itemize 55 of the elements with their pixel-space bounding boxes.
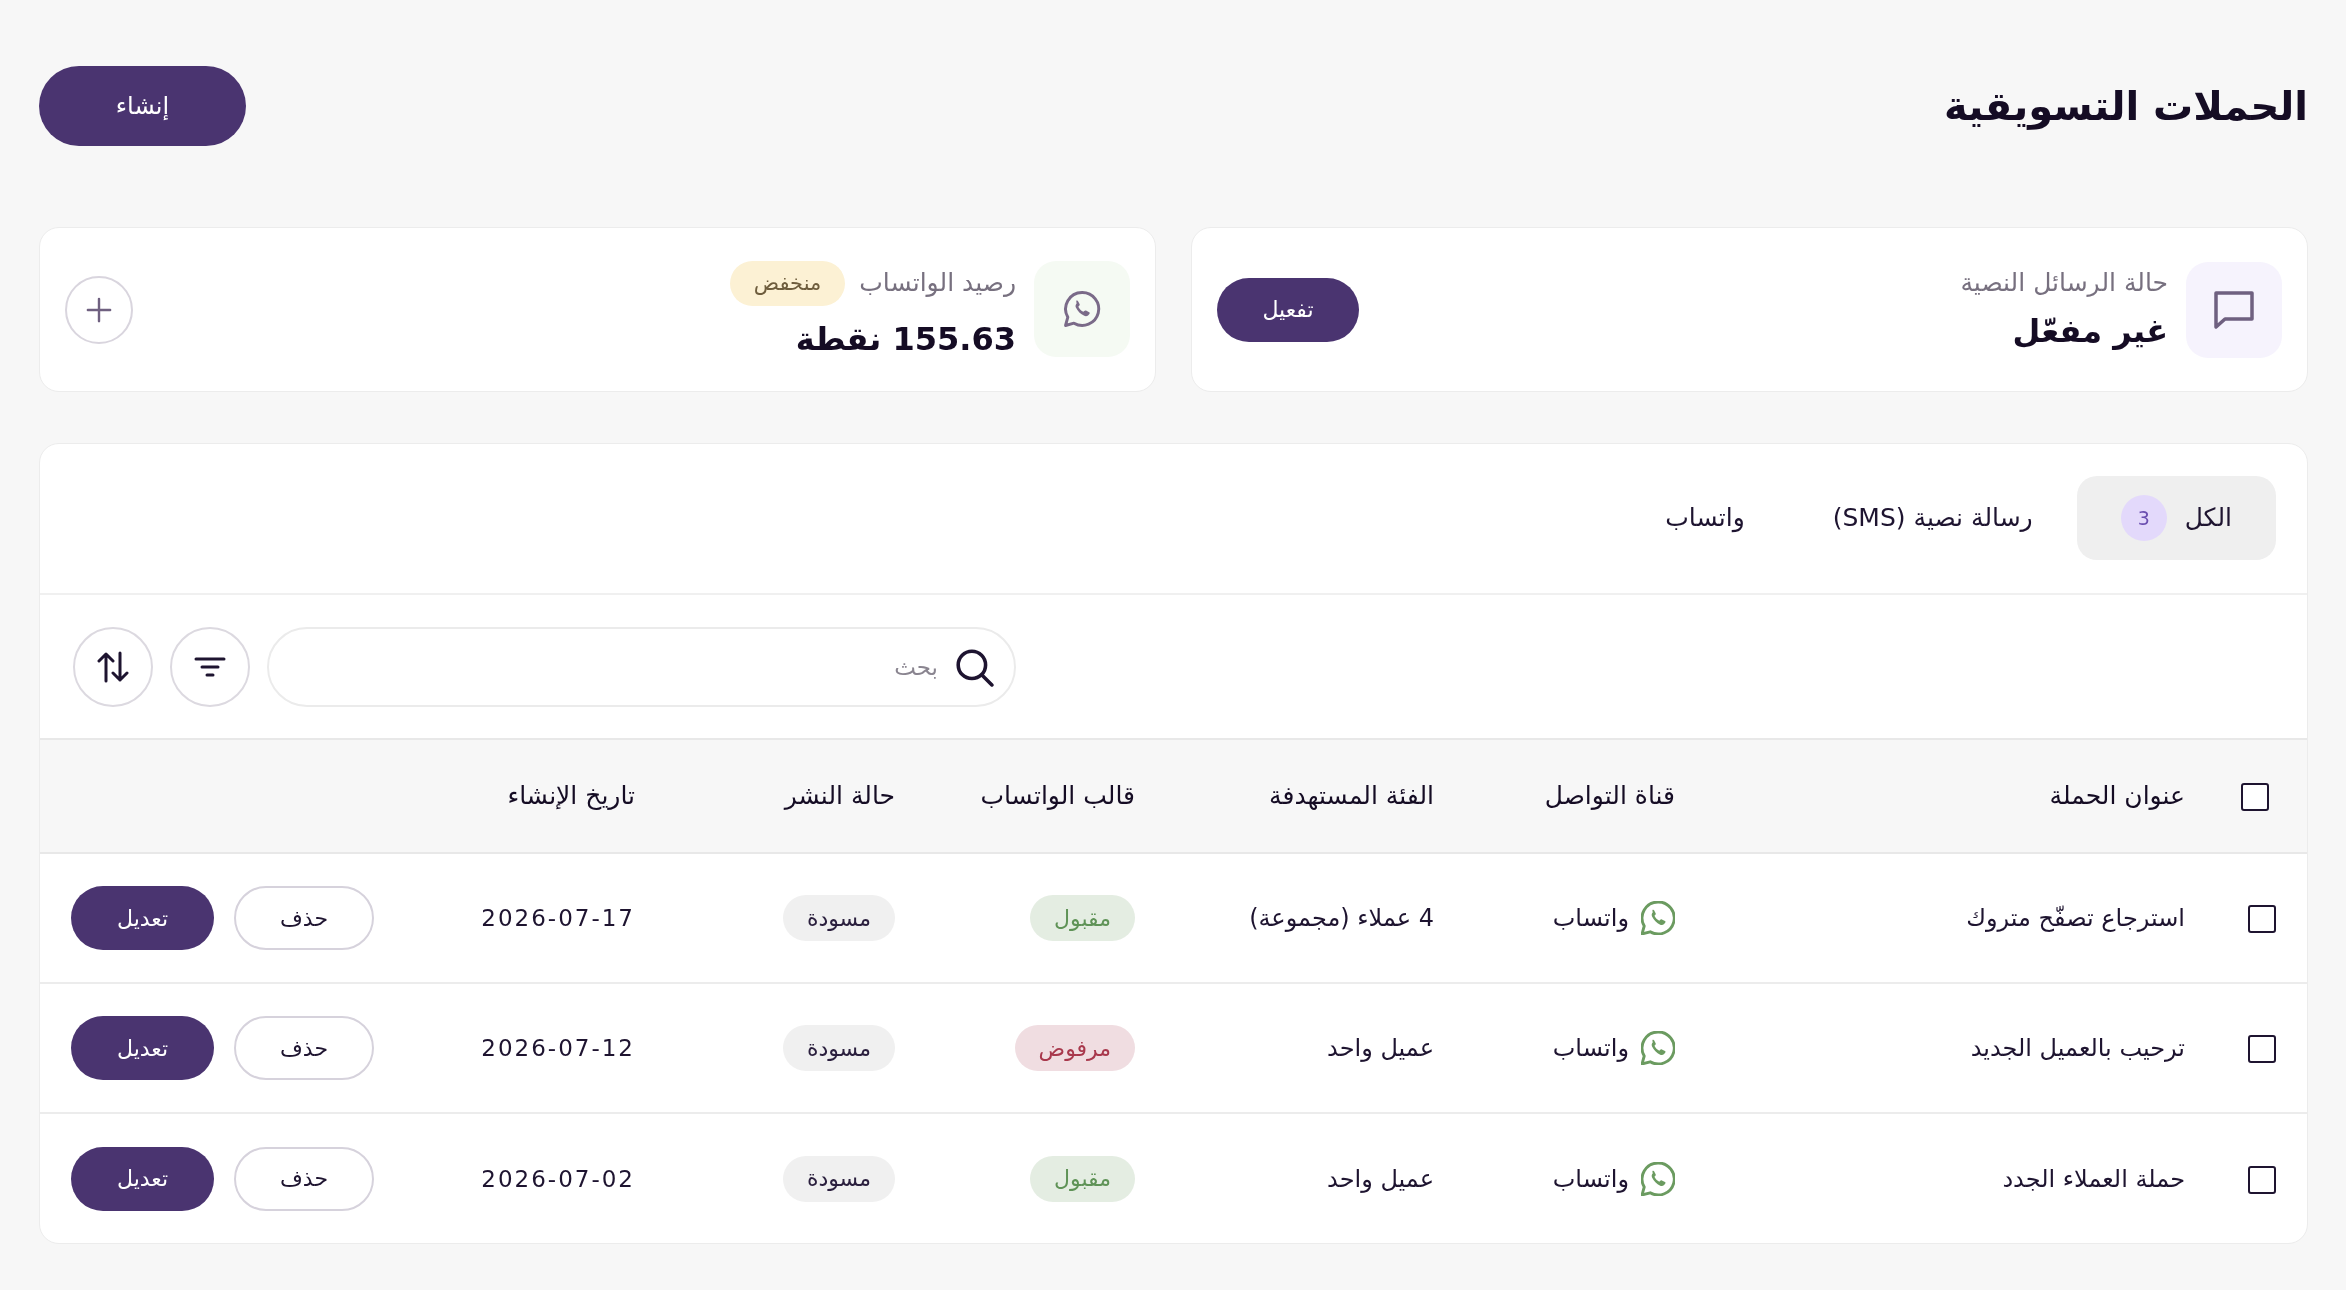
audience-text: عميل واحد <box>1327 1164 1434 1193</box>
publish-status-badge: مسودة <box>782 1155 895 1202</box>
checkbox[interactable] <box>2248 905 2276 933</box>
audience-text: عميل واحد <box>1327 1034 1434 1062</box>
edit-button[interactable]: تعديل <box>71 886 214 950</box>
create-button[interactable]: إنشاء <box>39 66 246 146</box>
delete-button[interactable]: حذف <box>234 1146 374 1211</box>
stat-value: غير مفعّل <box>2011 312 2168 351</box>
activate-button[interactable]: تفعيل <box>1217 277 1359 342</box>
template-status-badge: مرفوض <box>1014 1025 1135 1071</box>
channel-label: واتساب <box>1552 1033 1629 1064</box>
column-header: قناة التواصل <box>1544 781 1675 811</box>
phone-bubble-icon <box>1641 901 1675 935</box>
checkbox[interactable] <box>2241 783 2269 812</box>
page-title: الحملات التسويقية <box>1943 82 2308 130</box>
campaign-title: ترحيب بالعميل الجديد <box>1970 1034 2185 1062</box>
plus-icon <box>86 296 112 323</box>
phone-bubble-icon <box>1034 261 1130 358</box>
filter-icon <box>194 655 226 678</box>
column-header: الفئة المستهدفة <box>1269 781 1434 811</box>
publish-status-badge: مسودة <box>782 1025 895 1071</box>
message-icon <box>2186 261 2282 358</box>
template-status-badge: مقبول <box>1030 895 1135 941</box>
edit-button[interactable]: تعديل <box>71 1146 214 1211</box>
phone-bubble-icon <box>1641 1031 1675 1065</box>
delete-button[interactable]: حذف <box>234 1016 374 1080</box>
column-header: حالة النشر <box>784 781 895 811</box>
created-date: 2026-07-02 <box>481 1165 635 1192</box>
phone-bubble-icon <box>1641 1161 1675 1196</box>
channel-label: واتساب <box>1552 1163 1629 1195</box>
template-status-badge: مقبول <box>1030 1155 1135 1202</box>
tab-count: 3 <box>2120 495 2167 541</box>
sort-icon <box>97 650 129 683</box>
publish-status-badge: مسودة <box>782 895 895 941</box>
search-field[interactable]: بحث <box>267 626 1016 707</box>
campaign-title: حملة العملاء الجدد <box>2002 1164 2185 1193</box>
balance-status-badge: منخفض <box>729 260 846 306</box>
campaign-title: استرجاع تصفّح متروك <box>1966 904 2185 932</box>
stat-label: رصيد الواتساب <box>859 268 1016 299</box>
audience-text: 4 عملاء (مجموعة) <box>1249 904 1434 932</box>
checkbox[interactable] <box>2248 1165 2276 1194</box>
channel-label: واتساب <box>1552 903 1629 934</box>
search-icon <box>954 646 994 687</box>
stat-label: حالة الرسائل النصية <box>1960 268 2168 299</box>
filter-tab[interactable]: رسالة نصية (SMS) <box>1788 476 2077 560</box>
checkbox[interactable] <box>2248 1035 2276 1063</box>
delete-button[interactable]: حذف <box>234 886 374 950</box>
created-date: 2026-07-17 <box>481 905 635 931</box>
edit-button[interactable]: تعديل <box>71 1016 214 1080</box>
filter-tab[interactable]: واتساب <box>1621 476 1789 560</box>
column-header: عنوان الحملة <box>2049 781 2185 811</box>
column-header: قالب الواتساب <box>980 781 1135 811</box>
stat-value: 155.63 نقطة <box>794 319 1016 359</box>
column-header: تاريخ الإنشاء <box>507 781 635 811</box>
created-date: 2026-07-12 <box>481 1035 635 1061</box>
